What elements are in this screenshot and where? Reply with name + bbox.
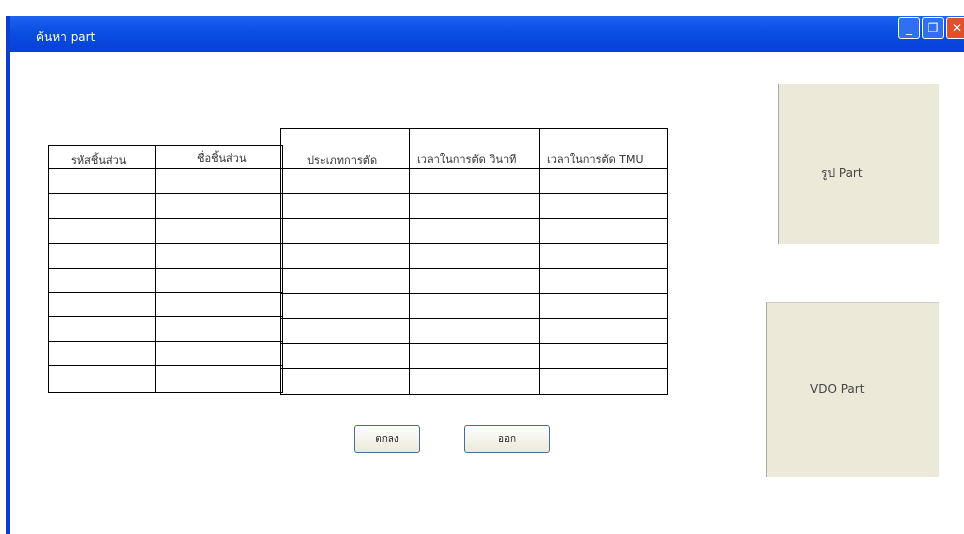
table-row[interactable] [49,317,282,342]
table-row[interactable] [49,269,282,293]
search-part-window: ค้นหา part _ ❐ ✕ รหัสชิ้นส่วน ชื่อชิ้นส่… [6,16,964,534]
close-icon: ✕ [951,21,963,35]
parts-table-left: รหัสชิ้นส่วน ชื่อชิ้นส่วน [48,145,283,393]
restore-button[interactable]: ❐ [922,17,944,39]
table-row [281,129,667,169]
table-row[interactable] [49,169,282,194]
part-video-panel: VDO Part [766,302,939,477]
divider [731,60,737,62]
table-row[interactable] [281,319,667,344]
table-row[interactable] [281,244,667,269]
table-row[interactable] [49,194,282,219]
table-row[interactable] [49,342,282,366]
minimize-button[interactable]: _ [898,17,920,39]
table-row[interactable] [281,269,667,294]
parts-table-right: ประเภทการตัด เวลาในการตัด วินาที เวลาในก… [280,128,668,395]
title-bar[interactable]: ค้นหา part _ ❐ ✕ [10,16,964,52]
window-title: ค้นหา part [36,30,96,44]
part-video-label: VDO Part [810,382,865,396]
table-row[interactable] [281,194,667,219]
table-row [49,146,282,169]
part-photo-panel: รูป Part [778,84,939,244]
table-row[interactable] [281,294,667,319]
restore-icon: ❐ [927,21,939,35]
ok-button[interactable]: ตกลง [354,425,420,453]
table-row[interactable] [281,219,667,244]
table-row[interactable] [49,244,282,269]
part-photo-label: รูป Part [821,166,863,180]
table-row[interactable] [49,219,282,244]
table-row[interactable] [281,344,667,369]
close-button[interactable]: ✕ [946,17,964,39]
table-row[interactable] [49,293,282,317]
table-row[interactable] [281,169,667,194]
minimize-icon: _ [906,21,912,35]
exit-button[interactable]: ออก [464,425,550,453]
